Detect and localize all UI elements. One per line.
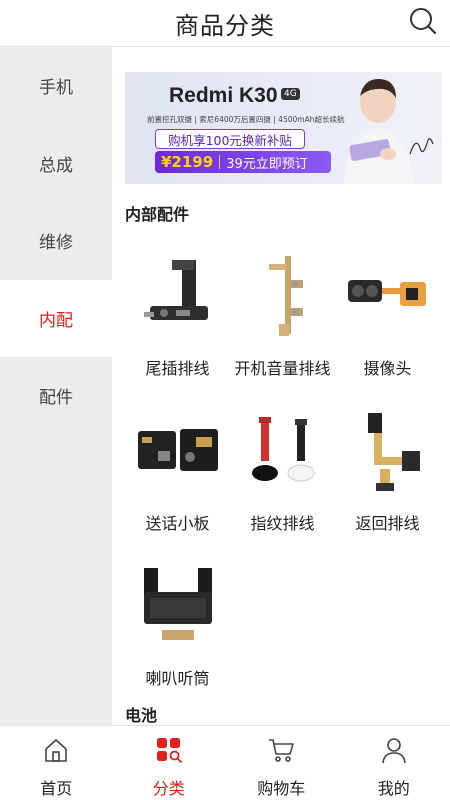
product-item-tail-plug-cable[interactable]: 尾插排线 [125, 252, 230, 379]
tab-label: 我的 [377, 779, 410, 798]
sidebar-item-label: 维修 [39, 233, 73, 254]
fingerprint-flex-cable-image [251, 417, 314, 482]
cart-icon [269, 739, 295, 762]
header-bar: 商品分类 [0, 0, 450, 47]
product-label: 返回排线 [355, 514, 420, 533]
product-label: 喇叭听筒 [145, 669, 210, 688]
banner-badge: 4G [281, 88, 300, 100]
product-item-speaker-earpiece[interactable]: 喇叭听筒 [125, 562, 230, 689]
banner-preorder: 39元立即预订 [226, 156, 308, 172]
product-label: 尾插排线 [145, 359, 210, 378]
search-icon[interactable] [408, 6, 438, 36]
sidebar-item-label: 内配 [39, 310, 73, 331]
product-label: 摄像头 [363, 359, 412, 378]
product-label: 指纹排线 [250, 514, 315, 533]
product-item-power-volume-cable[interactable]: 开机音量排线 [230, 252, 335, 379]
tail-plug-flex-cable-image [143, 260, 208, 320]
spokesperson-image [344, 78, 414, 184]
sidebar-item-assembly[interactable]: 总成 [0, 125, 112, 203]
sidebar-item-repair[interactable]: 维修 [0, 202, 112, 280]
sidebar-item-accessories[interactable]: 配件 [0, 357, 112, 435]
sidebar-item-label: 手机 [39, 78, 73, 99]
product-item-camera[interactable]: 摄像头 [335, 252, 440, 379]
banner-promo-text: 购机享100元换新补贴 [155, 129, 305, 149]
tab-category[interactable]: 分类 [113, 726, 226, 800]
tab-label: 分类 [152, 779, 185, 798]
tab-label: 首页 [40, 779, 73, 798]
banner-features: 前置挖孔双摄 | 索尼6400万后置四摄 | 4500mAh超长续航 [147, 115, 345, 124]
microphone-board-image [137, 429, 218, 471]
back-button-flex-cable-image [367, 413, 420, 491]
tab-profile[interactable]: 我的 [338, 726, 450, 800]
page-title: 商品分类 [175, 11, 275, 40]
product-item-microphone-board[interactable]: 送话小板 [125, 407, 230, 534]
product-label: 开机音量排线 [234, 359, 331, 378]
product-item-fingerprint-cable[interactable]: 指纹排线 [230, 407, 335, 534]
tab-home[interactable]: 首页 [0, 726, 113, 800]
sidebar-item-phone[interactable]: 手机 [0, 47, 112, 125]
sidebar-item-label: 配件 [39, 388, 73, 409]
product-label: 送话小板 [145, 514, 210, 533]
banner-brand: Redmi K30 [169, 84, 278, 107]
sidebar-item-internal-parts[interactable]: 内配 [0, 279, 112, 357]
section-title-internal-parts: 内部配件 [125, 205, 190, 224]
user-icon [381, 738, 406, 764]
speaker-earpiece-image [143, 568, 212, 640]
sidebar-item-label: 总成 [39, 155, 73, 176]
banner-price-row: ¥2199 39元立即预订 [155, 151, 331, 173]
tab-cart[interactable]: 购物车 [225, 726, 338, 800]
power-volume-flex-cable-image [268, 256, 303, 336]
home-icon [45, 739, 68, 762]
category-icon [156, 738, 182, 763]
signature-image [409, 138, 434, 155]
banner-price: ¥2199 [161, 153, 214, 171]
bottom-tab-bar: 首页 分类 购物车 我的 [0, 725, 450, 800]
camera-module-image [347, 280, 426, 306]
category-content: Redmi K30 4G 前置挖孔双摄 | 索尼6400万后置四摄 | 4500… [112, 47, 450, 725]
category-sidebar: 手机 总成 维修 内配 配件 [0, 47, 112, 725]
section-title-battery: 电池 [125, 706, 158, 725]
product-item-back-button-cable[interactable]: 返回排线 [335, 407, 440, 534]
tab-label: 购物车 [257, 779, 306, 798]
promo-banner[interactable]: Redmi K30 4G 前置挖孔双摄 | 索尼6400万后置四摄 | 4500… [125, 72, 442, 184]
